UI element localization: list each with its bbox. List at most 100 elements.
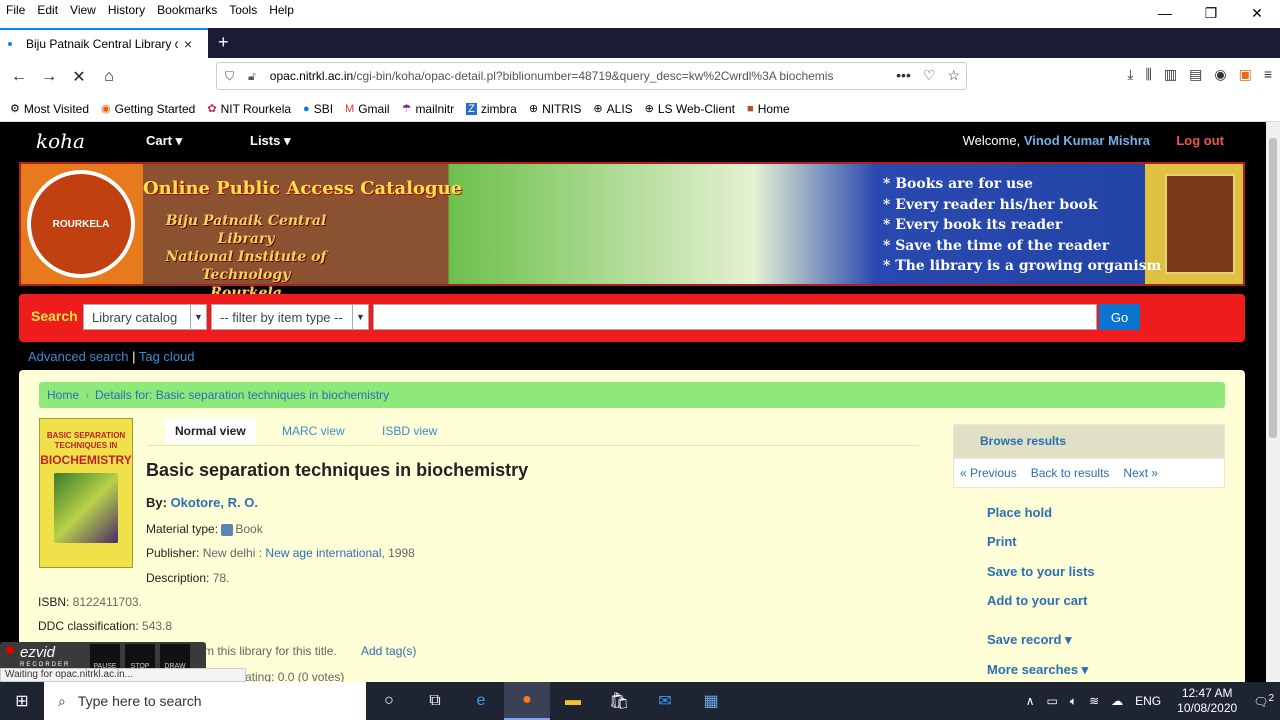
bookmark-alis[interactable]: ⊕ ALIS xyxy=(593,102,632,116)
library-icon[interactable]: ⫼ xyxy=(1145,66,1151,83)
save-record-menu[interactable]: Save record ▾ xyxy=(987,632,1072,648)
item-type-select[interactable]: -- filter by item type -- ▼ xyxy=(211,304,369,330)
bookmark-home[interactable]: ■ Home xyxy=(747,102,790,116)
cortana-icon[interactable]: ○ xyxy=(366,682,412,720)
save-to-lists-link[interactable]: Save to your lists xyxy=(987,564,1095,579)
ezvid-logo: ezvid RECORDER xyxy=(20,644,68,668)
home-button[interactable]: ⌂ xyxy=(94,62,124,92)
bookmark-getting-started[interactable]: ◉ Getting Started xyxy=(101,102,195,116)
forward-button[interactable]: → xyxy=(34,62,64,92)
tab-marc-view[interactable]: MARC view xyxy=(282,424,345,438)
bookmark-gmail[interactable]: M Gmail xyxy=(345,102,390,116)
menu-view[interactable]: View xyxy=(64,3,102,17)
edge-icon[interactable]: e xyxy=(458,682,504,720)
menu-help[interactable]: Help xyxy=(263,3,300,17)
bookmark-zimbra[interactable]: Zzimbra xyxy=(466,102,517,116)
bookmark-sbi[interactable]: ● SBI xyxy=(303,102,333,116)
breadcrumb-home[interactable]: Home xyxy=(47,388,79,402)
record-indicator-icon xyxy=(6,646,14,654)
advanced-search-link[interactable]: Advanced search xyxy=(28,349,128,364)
url-bar[interactable]: ⛉ 🔓︎ opac.nitrkl.ac.in /cgi-bin/koha/opa… xyxy=(216,62,967,90)
logout-link[interactable]: Log out xyxy=(1176,133,1224,148)
notifications-icon[interactable]: 🗨︎2 xyxy=(1253,693,1274,709)
catalog-select[interactable]: Library catalog ▼ xyxy=(83,304,207,330)
cover-illustration xyxy=(54,473,118,543)
browser-tab[interactable]: Biju Patnaik Central Library cat × xyxy=(0,28,208,58)
pocket-icon[interactable]: ♡ xyxy=(923,67,936,84)
close-window-button[interactable]: ✕ xyxy=(1234,0,1280,26)
add-to-cart-link[interactable]: Add to your cart xyxy=(987,593,1087,608)
extension-icon[interactable]: ▣ xyxy=(1239,66,1252,83)
battery-icon[interactable]: ▭ xyxy=(1047,694,1058,708)
account-icon[interactable]: ◉ xyxy=(1214,66,1226,83)
more-searches-menu[interactable]: More searches ▾ xyxy=(987,662,1088,678)
sidebar-icon[interactable]: ▥ xyxy=(1164,66,1177,83)
koha-logo[interactable]: koha xyxy=(36,129,85,153)
volume-icon[interactable]: 🔈︎ xyxy=(1070,694,1077,709)
bookmark-label: Most Visited xyxy=(23,101,90,116)
download-icon[interactable]: ⤓ xyxy=(1127,66,1133,83)
menu-file[interactable]: File xyxy=(0,3,31,17)
tab-isbd-view[interactable]: ISBD view xyxy=(382,424,437,438)
field-value: 78. xyxy=(212,571,230,585)
mail-icon[interactable]: ✉ xyxy=(642,682,688,720)
tag-cloud-link[interactable]: Tag cloud xyxy=(139,349,195,364)
publisher-link[interactable]: New age international xyxy=(265,546,381,560)
clock[interactable]: 12:47 AM 10/08/2020 xyxy=(1177,686,1237,716)
place-hold-link[interactable]: Place hold xyxy=(987,505,1052,520)
previous-link[interactable]: « Previous xyxy=(960,466,1017,480)
menu-tools[interactable]: Tools xyxy=(223,3,263,17)
back-to-results-link[interactable]: Back to results xyxy=(1031,466,1110,480)
bookmark-ls-web-client[interactable]: ⊕ LS Web-Client xyxy=(645,102,735,116)
bookmark-star-icon[interactable]: ☆ xyxy=(947,67,960,84)
browse-results-header[interactable]: Browse results xyxy=(953,424,1225,458)
book-cover-image[interactable]: BASIC SEPARATION TECHNIQUES IN BIOCHEMIS… xyxy=(39,418,133,568)
scrollbar-thumb[interactable] xyxy=(1269,138,1277,438)
bookmark-label: Getting Started xyxy=(114,101,196,116)
reader-icon[interactable]: ▤ xyxy=(1189,66,1202,83)
hamburger-menu-icon[interactable]: ≡ xyxy=(1264,66,1272,83)
stop-record-button[interactable]: STOP xyxy=(125,644,155,670)
menu-history[interactable]: History xyxy=(102,3,151,17)
store-icon[interactable]: 🛍︎ xyxy=(596,682,642,720)
close-tab-icon[interactable]: × xyxy=(184,36,192,52)
pause-button[interactable]: PAUSE xyxy=(90,644,120,670)
cart-menu[interactable]: Cart ▾ xyxy=(146,133,182,149)
menu-bookmarks[interactable]: Bookmarks xyxy=(151,3,223,17)
new-tab-button[interactable]: + xyxy=(218,32,229,53)
bookmark-nit-rourkela[interactable]: ✿ NIT Rourkela xyxy=(207,102,291,116)
draw-button[interactable]: DRAW xyxy=(160,644,190,670)
user-name-link[interactable]: Vinod Kumar Mishra xyxy=(1024,133,1150,148)
add-tags-label[interactable]: Add tag(s) xyxy=(361,644,416,658)
breadcrumb-current[interactable]: Details for: Basic separation techniques… xyxy=(95,388,389,402)
wifi-icon[interactable]: ≋ xyxy=(1089,694,1099,708)
windows-start-icon[interactable]: ⊞ xyxy=(0,682,44,720)
print-link[interactable]: Print xyxy=(987,534,1017,549)
stop-button[interactable]: ✕ xyxy=(64,62,94,92)
onedrive-icon[interactable]: ☁ xyxy=(1111,694,1123,708)
restore-button[interactable]: ❐ xyxy=(1188,0,1234,26)
minimize-button[interactable]: — xyxy=(1142,0,1188,26)
author-link[interactable]: Okotore, R. O. xyxy=(171,495,258,510)
add-tags-link[interactable]: Add tag(s) xyxy=(361,644,416,658)
calculator-icon[interactable]: ▦ xyxy=(688,682,734,720)
taskbar-search[interactable]: ⌕ Type here to search xyxy=(44,682,366,720)
bookmark-mailnitr[interactable]: ☂ mailnitr xyxy=(402,102,455,116)
globe-icon: ⊕ xyxy=(528,103,539,115)
back-button[interactable]: ← xyxy=(4,62,34,92)
language-indicator[interactable]: ENG xyxy=(1135,694,1161,708)
tab-normal-view[interactable]: Normal view xyxy=(165,418,256,444)
show-hidden-icons[interactable]: ∧ xyxy=(1026,694,1035,708)
bookmark-most-visited[interactable]: ⚙ Most Visited xyxy=(10,102,89,116)
firefox-taskbar-icon[interactable]: ● xyxy=(504,682,550,720)
menu-edit[interactable]: Edit xyxy=(31,3,64,17)
bookmark-nitris[interactable]: ⊕ NITRIS xyxy=(529,102,582,116)
page-actions-icon[interactable]: ••• xyxy=(896,67,911,84)
page-scrollbar[interactable] xyxy=(1266,122,1280,682)
search-input[interactable] xyxy=(373,304,1097,330)
file-explorer-icon[interactable]: ▬ xyxy=(550,682,596,720)
go-button[interactable]: Go xyxy=(1099,304,1140,330)
task-view-icon[interactable]: ⧉ xyxy=(412,682,458,720)
lists-menu[interactable]: Lists ▾ xyxy=(250,133,290,149)
next-link[interactable]: Next » xyxy=(1123,466,1158,480)
